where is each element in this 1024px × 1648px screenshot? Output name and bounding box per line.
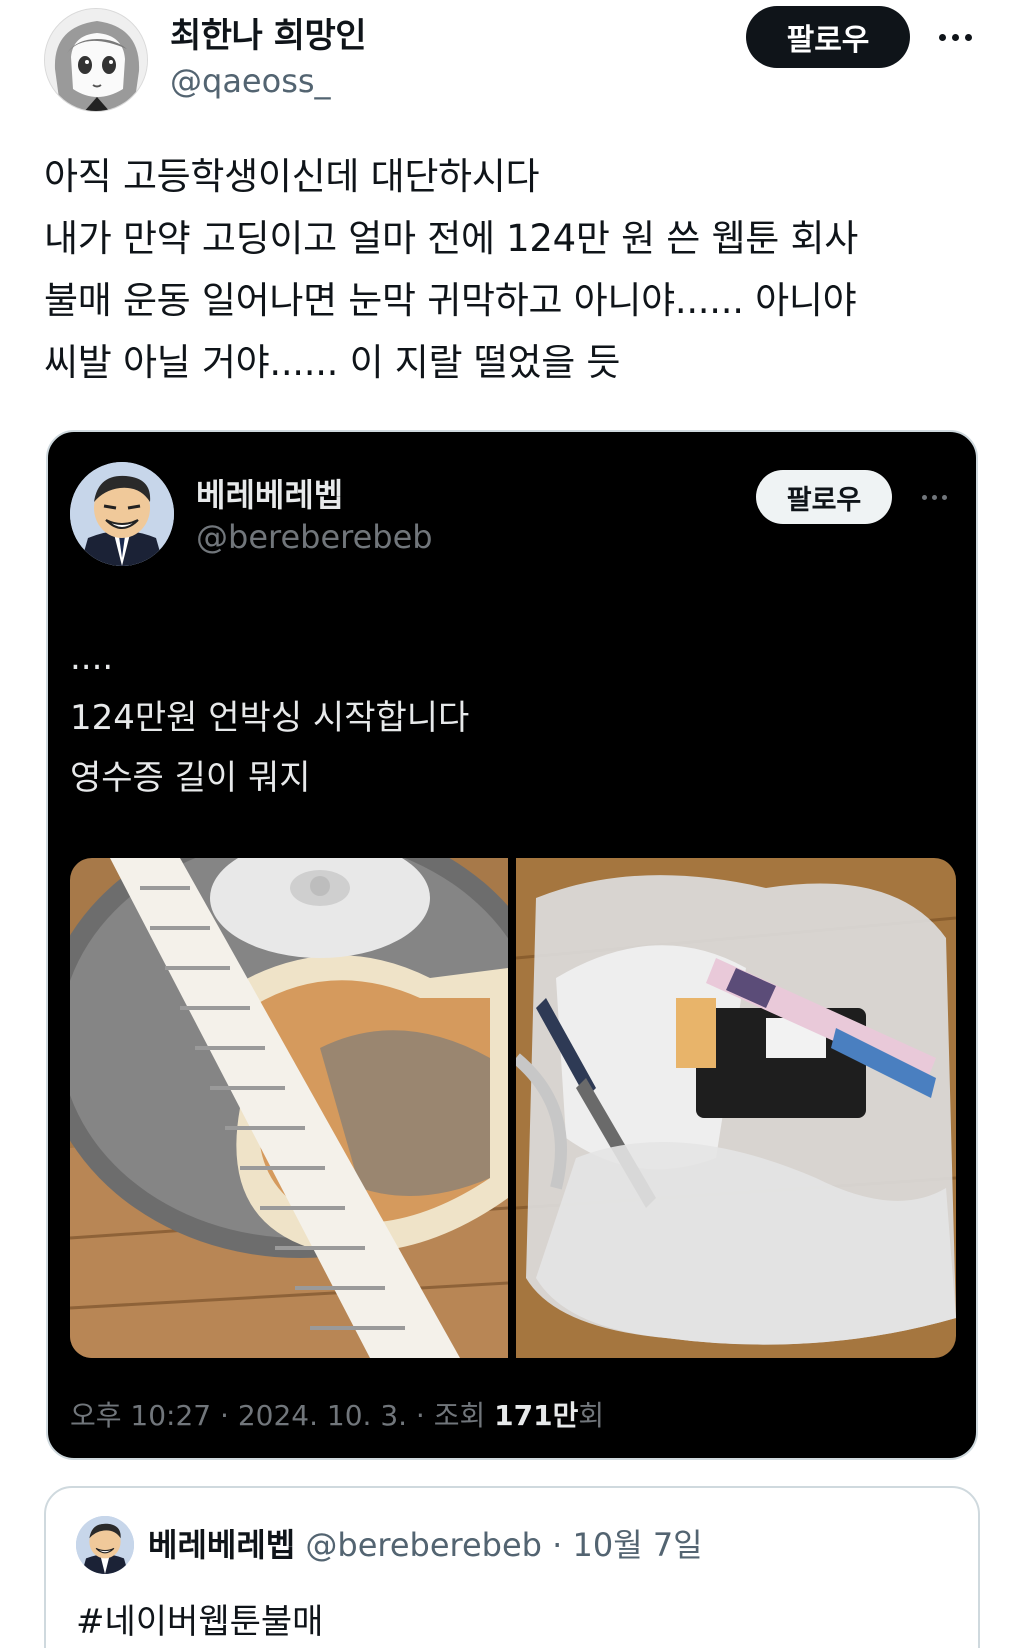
receipt-photo-image	[70, 858, 508, 1358]
embedded-tweet-text: .... 124만원 언박싱 시작합니다 영수증 길이 뭐지	[70, 628, 469, 808]
cartoon-man-avatar-icon	[70, 462, 174, 566]
dot	[921, 494, 927, 500]
manga-girl-avatar-icon	[45, 9, 147, 111]
embedded-line: ....	[70, 638, 114, 678]
follow-button[interactable]: 팔로우	[746, 6, 910, 68]
tweet-header: 최한나 희망인 @qaeoss_ 팔로우	[0, 0, 1024, 120]
embedded-author-name: 베레베레벱	[196, 476, 344, 514]
separator: ·	[541, 1526, 573, 1564]
more-options-icon[interactable]	[930, 12, 980, 62]
quoted-date[interactable]: 10월 7일	[572, 1526, 702, 1564]
tweet-line: 아직 고등학생이신데 대단하시다	[44, 155, 540, 198]
dot	[931, 494, 937, 500]
views-suffix: 회	[578, 1399, 605, 1432]
quoted-author-name[interactable]: 베레베레벱	[148, 1526, 295, 1564]
cartoon-man-avatar-icon	[76, 1516, 134, 1574]
embedded-author-handle: @bereberebeb	[196, 518, 433, 556]
views-number: 171만	[494, 1399, 579, 1432]
shopping-bag-photo-image	[516, 858, 956, 1358]
receipt-photo	[70, 858, 508, 1358]
embedded-tweet-meta: 오후 10:27 · 2024. 10. 3. · 조회 171만회	[70, 1394, 604, 1434]
embedded-avatar	[70, 462, 174, 566]
dot	[941, 494, 947, 500]
avatar[interactable]	[44, 8, 148, 112]
dot	[938, 33, 946, 41]
quoted-header: 베레베레벱 @bereberebeb · 10월 7일	[148, 1520, 703, 1566]
separator: ·	[211, 1399, 238, 1432]
shopping-bag-photo	[516, 858, 956, 1358]
embedded-line: 영수증 길이 뭐지	[70, 758, 311, 798]
tweet-line: 씨발 아닐 거야...... 이 지랄 떨었을 듯	[44, 341, 621, 384]
tweet-line: 불매 운동 일어나면 눈막 귀막하고 아니야...... 아니야	[44, 279, 857, 322]
quoted-author-handle[interactable]: @bereberebeb	[305, 1526, 542, 1564]
author-handle[interactable]: @qaeoss_	[170, 62, 331, 100]
separator: ·	[407, 1399, 434, 1432]
embedded-time: 오후 10:27	[70, 1399, 212, 1432]
tweet-text: 아직 고등학생이신데 대단하시다 내가 만약 고딩이고 얼마 전에 124만 원…	[44, 146, 994, 394]
dot	[951, 33, 959, 41]
quoted-avatar[interactable]	[76, 1516, 134, 1574]
embedded-date: 2024. 10. 3.	[237, 1399, 408, 1432]
views-prefix: 조회	[433, 1399, 495, 1432]
embedded-line: 124만원 언박싱 시작합니다	[70, 698, 470, 738]
quoted-text[interactable]: #네이버웹툰불매	[76, 1594, 323, 1643]
embedded-more-icon	[914, 482, 954, 512]
embedded-tweet-image[interactable]: 베레베레벱 @bereberebeb 팔로우 .... 124만원 언박싱 시작…	[46, 430, 978, 1460]
quoted-tweet[interactable]: 베레베레벱 @bereberebeb · 10월 7일 #네이버웹툰불매	[44, 1486, 980, 1648]
dot	[964, 33, 972, 41]
author-name[interactable]: 최한나 희망인	[170, 8, 367, 57]
tweet-line: 내가 만약 고딩이고 얼마 전에 124만 원 쓴 웹툰 회사	[44, 217, 858, 260]
embedded-follow-button: 팔로우	[756, 470, 892, 524]
